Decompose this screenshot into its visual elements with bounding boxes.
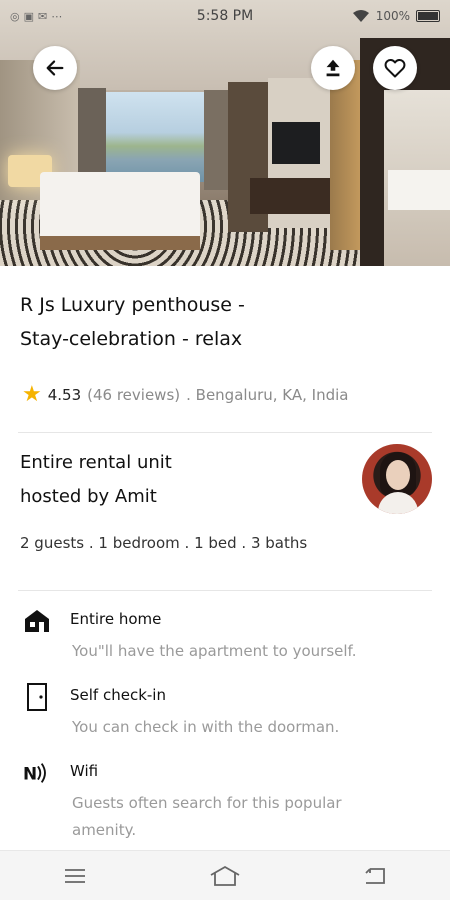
back-nav-button[interactable]: [345, 856, 405, 896]
home-nav-icon: [210, 865, 240, 886]
photo-tv: [272, 122, 320, 164]
home-icon: [22, 606, 52, 636]
heart-icon: [384, 58, 406, 78]
location-text: . Bengaluru, KA, India: [186, 386, 349, 404]
listing-specs: 2 guests . 1 bedroom . 1 bed . 3 baths: [20, 534, 308, 552]
door-icon: [22, 682, 52, 712]
feature-title: Entire home: [70, 610, 162, 628]
feature-description: You"ll have the apartment to yourself.: [72, 642, 357, 660]
battery-icon: [416, 10, 440, 22]
host-heading: Entire rental unit hosted by Amit: [20, 446, 320, 514]
listing-title-line2: Stay-celebration - relax: [20, 328, 243, 350]
reviews-link[interactable]: (46 reviews): [87, 386, 180, 404]
photo-second-bed: [388, 170, 450, 210]
favorite-button[interactable]: [373, 46, 417, 90]
menu-nav-button[interactable]: [45, 856, 105, 896]
feature-title: Wifi: [70, 762, 99, 780]
listing-photo[interactable]: [0, 0, 450, 266]
svg-text:N: N: [23, 764, 37, 784]
feature-description: Guests often search for this popular ame…: [72, 794, 342, 839]
divider: [18, 590, 432, 591]
star-icon: ★: [22, 382, 42, 407]
avatar-body: [378, 492, 418, 514]
share-button[interactable]: [311, 46, 355, 90]
system-nav-bar: [0, 850, 450, 900]
avatar-face: [386, 460, 410, 490]
arrow-left-icon: [46, 60, 64, 76]
rating-value: 4.53: [47, 386, 82, 404]
menu-icon: [65, 868, 85, 883]
status-time: 5:58 PM: [196, 8, 254, 24]
photo-window: [100, 92, 210, 182]
photo-bed-base: [40, 236, 200, 250]
upload-icon: [326, 59, 340, 77]
host-heading-line1: Entire rental unit: [20, 452, 172, 473]
back-button[interactable]: [33, 46, 77, 90]
wifi-icon: N: [22, 758, 52, 788]
photo-curtain-right: [204, 90, 228, 190]
host-heading-line2: hosted by Amit: [20, 486, 157, 507]
listing-title-line1: R Js Luxury penthouse -: [20, 294, 245, 316]
home-nav-button[interactable]: [195, 856, 255, 896]
host-avatar[interactable]: [362, 444, 432, 514]
photo-bed: [40, 172, 200, 242]
rating-row: ★ 4.53 (46 reviews) . Bengaluru, KA, Ind…: [22, 384, 348, 406]
photo-console: [250, 178, 330, 214]
feature-description: You can check in with the doorman.: [72, 718, 340, 736]
back-nav-icon: [365, 867, 385, 884]
listing-details: R Js Luxury penthouse - Stay-celebration…: [0, 266, 450, 850]
listing-title: R Js Luxury penthouse - Stay-celebration…: [20, 288, 430, 356]
divider: [18, 432, 432, 433]
feature-title: Self check-in: [70, 686, 166, 704]
status-bar: ◎ ▣ ✉ ⋯ 5:58 PM 100%: [0, 0, 450, 32]
